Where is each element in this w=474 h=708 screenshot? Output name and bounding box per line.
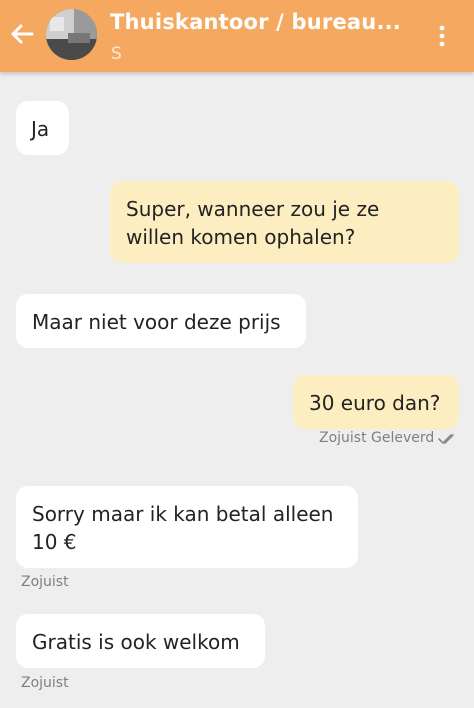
avatar[interactable] [46,9,97,60]
message-text-line: willen komen ophalen? [126,225,356,249]
message-text-line: 10 € [32,530,77,554]
message-text: Ja [31,117,50,141]
message-status: Zojuist Geleverd [319,430,459,446]
message-text: Maar niet voor deze prijs [32,310,281,334]
message-incoming[interactable]: Gratis is ook welkom [16,614,265,668]
conversation-subtitle: S [111,44,122,64]
message-text: Gratis is ook welkom [32,630,240,654]
more-vertical-icon[interactable] [432,22,452,50]
message-outgoing[interactable]: 30 euro dan? [293,375,459,429]
double-check-icon [438,434,454,444]
message-timestamp: Zojuist [21,574,69,590]
message-text-line: Super, wanneer zou je ze [126,197,380,221]
message-incoming[interactable]: Maar niet voor deze prijs [16,294,306,348]
status-text: Zojuist Geleverd [319,430,435,446]
message-text: 30 euro dan? [309,391,441,415]
message-text-line: Sorry maar ik kan betal alleen [32,502,334,526]
arrow-left-icon[interactable] [6,18,38,50]
conversation-title[interactable]: Thuiskantoor / bureau... [110,10,410,34]
app-bar: Thuiskantoor / bureau... S [0,0,474,72]
message-timestamp: Zojuist [21,675,69,691]
message-incoming[interactable]: Sorry maar ik kan betal alleen 10 € [16,486,358,568]
avatar-photo [46,9,97,60]
message-incoming[interactable]: Ja [16,101,69,155]
message-outgoing[interactable]: Super, wanneer zou je ze willen komen op… [110,181,459,263]
